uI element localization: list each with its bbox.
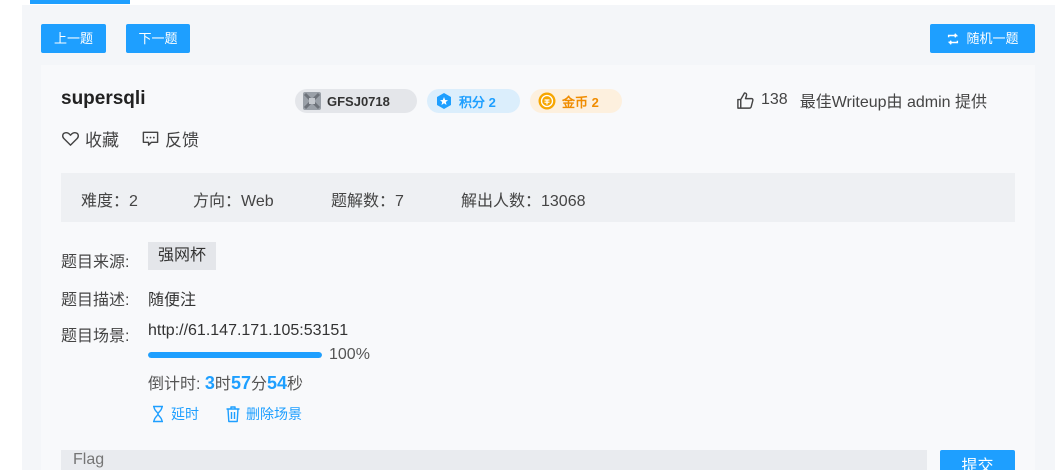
random-challenge-label: 随机一题 — [966, 31, 1019, 46]
coin-icon — [538, 92, 556, 110]
challenge-id: GFSJ0718 — [327, 93, 390, 109]
favorite-label: 收藏 — [85, 130, 119, 150]
challenge-id-badge: GFSJ0718 — [295, 89, 417, 113]
delay-button[interactable]: 延时 — [150, 404, 199, 424]
scene-progress-bar — [148, 352, 322, 358]
countdown-minutes: 57 — [230, 373, 251, 393]
challenge-title: supersqli — [61, 88, 146, 109]
description-value: 随便注 — [148, 292, 197, 309]
countdown-timer: 倒计时: 3时57分54秒 — [148, 370, 303, 394]
message-icon — [142, 131, 159, 146]
countdown-hours-unit: 时 — [214, 376, 231, 393]
countdown-hours: 3 — [204, 373, 215, 393]
like-count: 138 — [761, 91, 788, 108]
hourglass-icon — [153, 405, 163, 423]
writeups-stat: 题解数：7 — [331, 193, 404, 210]
delete-scene-button[interactable]: 删除场景 — [225, 404, 302, 424]
source-label: 题目来源: — [61, 254, 130, 271]
trash-icon — [226, 406, 240, 423]
countdown-seconds: 54 — [266, 373, 288, 393]
favorite-button[interactable]: 收藏 — [61, 126, 119, 150]
prev-challenge-button[interactable]: 上一题 — [41, 24, 106, 53]
feedback-button[interactable]: 反馈 — [141, 126, 199, 150]
stats-bar: 难度：2 方向：Web 题解数：7 解出人数：13068 — [61, 173, 1015, 222]
scene-url-link[interactable]: http://61.147.171.105:53151 — [148, 322, 348, 340]
delete-scene-label: 删除场景 — [246, 406, 302, 422]
thumbs-up-icon[interactable] — [736, 91, 755, 110]
scene-progress-text: 100% — [329, 346, 370, 363]
best-writeup-link[interactable]: 最佳Writeup由 admin 提供 — [800, 88, 987, 112]
source-tag[interactable]: 强网杯 — [148, 242, 217, 270]
gold-label: 金币 2 — [562, 94, 599, 110]
random-challenge-button[interactable]: 随机一题 — [930, 24, 1035, 53]
countdown-minutes-unit: 分 — [250, 376, 267, 393]
scene-label: 题目场景: — [61, 328, 130, 345]
active-tab-indicator — [30, 0, 130, 4]
challenge-page: 上一题 下一题 随机一题 supersqli GFSJ0718 积分 2 金币 … — [0, 0, 1063, 470]
challenge-avatar-icon — [303, 92, 321, 110]
direction-stat: 方向：Web — [193, 193, 274, 210]
feedback-label: 反馈 — [165, 130, 199, 150]
description-label: 题目描述: — [61, 292, 130, 309]
hexagon-star-icon — [437, 93, 451, 109]
flag-input[interactable] — [61, 450, 927, 470]
countdown-seconds-unit: 秒 — [287, 376, 304, 393]
score-badge: 积分 2 — [427, 89, 520, 113]
solvers-stat: 解出人数：13068 — [461, 193, 586, 210]
countdown-prefix: 倒计时: — [148, 376, 205, 393]
heart-icon — [62, 131, 79, 146]
repeat-icon — [948, 32, 959, 45]
score-label: 积分 2 — [459, 94, 496, 110]
next-challenge-button[interactable]: 下一题 — [126, 24, 190, 53]
like-area: 138 最佳Writeup由 admin 提供 — [736, 89, 987, 111]
difficulty-stat: 难度：2 — [81, 193, 138, 210]
delay-label: 延时 — [171, 406, 199, 422]
gold-badge: 金币 2 — [530, 89, 622, 113]
scene-progress-fill — [148, 352, 322, 358]
submit-flag-button[interactable]: 提交 — [940, 450, 1015, 470]
